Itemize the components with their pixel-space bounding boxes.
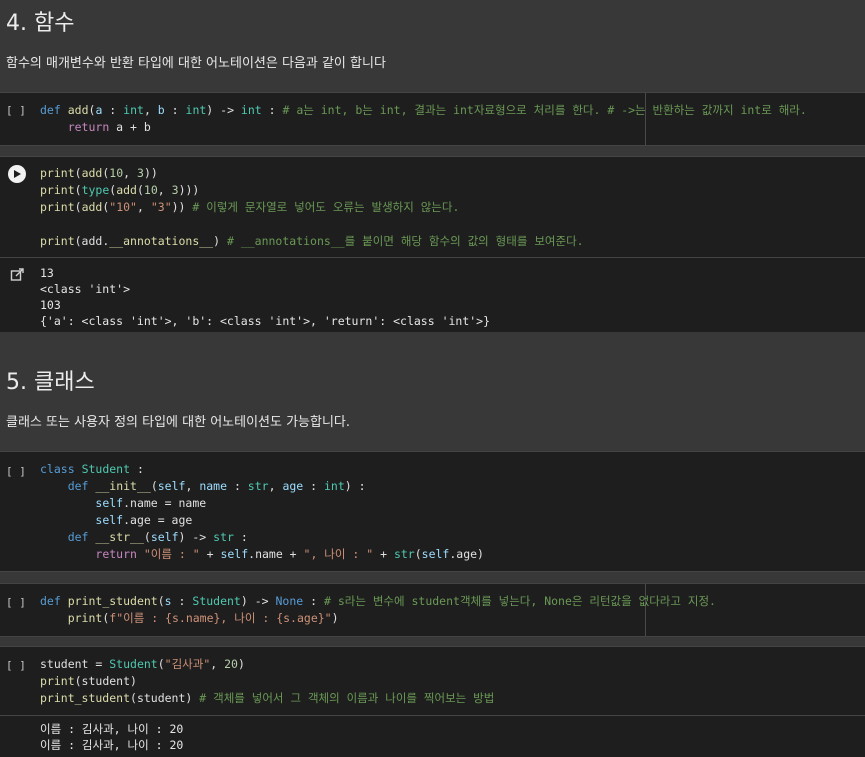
output-line: 103 <box>40 298 61 312</box>
output-icon[interactable] <box>10 268 24 282</box>
cell-output: 13 <class 'int'> 103 {'a': <class 'int'>… <box>0 258 865 332</box>
code-editor[interactable]: print(add(10, 3)) print(type(add(10, 3))… <box>40 165 865 250</box>
section-description: 클래스 또는 사용자 정의 타입에 대한 어노테이션도 가능합니다. <box>6 415 351 430</box>
play-icon <box>14 170 21 178</box>
code-cell-print-add[interactable]: print(add(10, 3)) print(type(add(10, 3))… <box>0 156 865 258</box>
code-cell-create-student[interactable]: [ ] student = Student("김사과", 20) print(s… <box>0 646 865 716</box>
code-cell-class-student[interactable]: [ ] class Student : def __init__(self, n… <box>0 451 865 572</box>
code-editor[interactable]: student = Student("김사과", 20) print(stude… <box>40 656 865 707</box>
output-line: 13 <box>40 266 54 280</box>
output-line: {'a': <class 'int'>, 'b': <class 'int'>,… <box>40 314 491 328</box>
code-comment: # a는 int, b는 int, 결과는 int자료형으로 처리를 한다. #… <box>282 103 807 117</box>
cell-output: 이름 : 김사과, 나이 : 20 이름 : 김사과, 나이 : 20 <box>0 716 865 757</box>
string-literal: "김사과" <box>164 657 211 671</box>
cell-run-gutter[interactable]: [ ] <box>6 104 26 117</box>
string-literal: "이름 : " <box>143 547 200 561</box>
section-description: 함수의 매개변수와 반환 타입에 대한 어노테이션은 다음과 같이 합니다 <box>6 56 386 71</box>
code-editor[interactable]: def add(a : int, b : int) -> int : # a는 … <box>40 102 865 136</box>
code-editor[interactable]: def print_student(s : Student) -> None :… <box>40 593 865 627</box>
output-line: 이름 : 김사과, 나이 : 20 <box>40 738 184 752</box>
run-cell-button[interactable] <box>8 165 26 183</box>
output-line: 이름 : 김사과, 나이 : 20 <box>40 722 184 736</box>
code-comment: # 이렇게 문자열로 넣어도 오류는 발생하지 않는다. <box>192 200 460 214</box>
markdown-cell-section5: 5. 클래스 클래스 또는 사용자 정의 타입에 대한 어노테이션도 가능합니다… <box>0 332 865 450</box>
code-comment: # s라는 변수에 student객체를 넣는다, None은 리턴값을 없다라… <box>323 594 716 608</box>
code-editor[interactable]: class Student : def __init__(self, name … <box>40 461 865 563</box>
output-text: 13 <class 'int'> 103 {'a': <class 'int'>… <box>40 265 490 329</box>
output-text: 이름 : 김사과, 나이 : 20 이름 : 김사과, 나이 : 20 <box>40 721 183 753</box>
markdown-cell-section4: 4. 함수 함수의 매개변수와 반환 타입에 대한 어노테이션은 다음과 같이 … <box>0 0 865 92</box>
section-heading: 4. 함수 <box>6 11 75 36</box>
cell-run-gutter[interactable]: [ ] <box>6 465 26 478</box>
output-line: <class 'int'> <box>40 282 131 296</box>
code-comment: # 객체를 넣어서 그 객체의 이름과 나이를 찍어보는 방법 <box>199 691 495 705</box>
code-cell-print-student[interactable]: [ ] def print_student(s : Student) -> No… <box>0 583 865 637</box>
code-comment: # __annotations__를 붙이면 해당 함수의 값의 형태를 보여준… <box>226 234 584 248</box>
section-heading: 5. 클래스 <box>6 370 95 395</box>
code-cell-add[interactable]: [ ] def add(a : int, b : int) -> int : #… <box>0 92 865 146</box>
cell-run-gutter[interactable]: [ ] <box>6 596 26 609</box>
string-literal: ", 나이 : " <box>303 547 374 561</box>
cell-run-gutter[interactable]: [ ] <box>6 659 26 672</box>
fstring-literal: f"이름 : {s.name}, 나이 : {s.age}" <box>109 611 332 625</box>
